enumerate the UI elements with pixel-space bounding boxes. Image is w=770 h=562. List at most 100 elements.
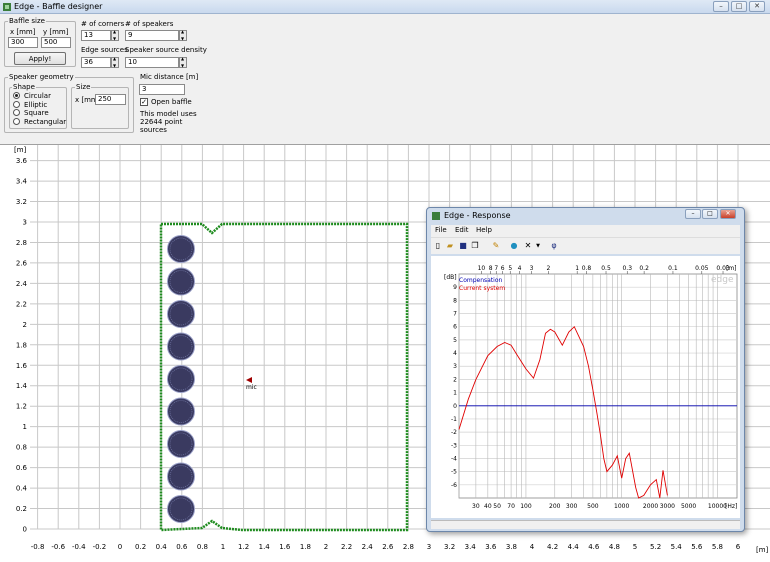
speaker-circle[interactable] xyxy=(167,235,195,263)
phi-icon[interactable]: φ xyxy=(549,241,559,251)
radio-elliptic[interactable] xyxy=(13,101,20,108)
baffle-x-input[interactable]: 300 xyxy=(8,37,38,48)
y-tick-label: 3.6 xyxy=(16,157,28,165)
x-tick-label: -0.4 xyxy=(72,543,86,551)
response-maximize-button[interactable]: □ xyxy=(702,209,718,219)
speaker-circle[interactable] xyxy=(167,332,195,361)
new-icon[interactable]: ▯ xyxy=(433,241,443,251)
save-icon[interactable]: ■ xyxy=(458,241,468,251)
y-tick-label: 1.2 xyxy=(16,403,27,411)
hz-unit-label: [Hz] xyxy=(725,503,737,510)
speaker-geometry-label: Speaker geometry xyxy=(8,73,75,81)
title-bar: Edge - Baffle designer – □ ✕ xyxy=(0,0,770,14)
y-unit-label: [m] xyxy=(14,146,27,154)
density-label: Speaker source density xyxy=(125,46,207,54)
y-tick-label: 1.6 xyxy=(16,362,28,370)
shape-label: Shape xyxy=(12,83,36,91)
radio-circular[interactable] xyxy=(13,92,20,99)
x-tick-label: 5.6 xyxy=(691,543,703,551)
response-chart[interactable]: 9876543210-1-2-3-4-5-630 40 50 70 100 200 300 5… xyxy=(431,256,740,518)
menu-edit[interactable]: Edit xyxy=(455,226,469,234)
globe-icon[interactable]: ● xyxy=(509,241,519,251)
menu-file[interactable]: File xyxy=(435,226,447,234)
m-tick-label: 0.1 xyxy=(668,265,678,272)
edge-sources-input[interactable]: 36 xyxy=(81,57,111,68)
size-x-input[interactable]: 250 xyxy=(95,94,126,105)
speakers-spinner[interactable] xyxy=(179,29,187,41)
speaker-circle[interactable] xyxy=(167,462,195,491)
y-tick-label: 3.4 xyxy=(16,178,28,186)
radio-square[interactable] xyxy=(13,109,20,116)
minimize-button[interactable]: – xyxy=(713,1,729,12)
response-tick-labels: 9876543210-1-2-3-4-5-630 40 50 70 100 200 300 5… xyxy=(451,265,730,510)
db-tick-label: 9 xyxy=(453,284,457,291)
y-tick-label: 3.2 xyxy=(16,198,27,206)
db-tick-label: -3 xyxy=(451,442,457,449)
speaker-circle[interactable] xyxy=(167,300,195,328)
response-series xyxy=(458,325,737,499)
close-button[interactable]: ✕ xyxy=(749,1,765,12)
speaker-circle[interactable] xyxy=(167,430,195,458)
baffle-y-input[interactable]: 500 xyxy=(41,37,71,48)
copy-icon[interactable]: ❐ xyxy=(470,241,480,251)
model-info-line-2: 22644 point xyxy=(140,118,183,126)
y-tick-label: 0.4 xyxy=(16,485,28,493)
x-tick-label: 1.4 xyxy=(259,543,271,551)
baffle-outline[interactable] xyxy=(159,222,409,532)
dropdown-icon[interactable]: ▼ xyxy=(533,241,543,251)
size-label: Size xyxy=(75,83,92,91)
m-tick-label: 2 xyxy=(546,265,550,272)
density-input[interactable]: 10 xyxy=(125,57,179,68)
x-unit-label: [m] xyxy=(756,546,769,554)
density-spinner[interactable] xyxy=(179,56,187,68)
response-minimize-button[interactable]: – xyxy=(685,209,701,219)
speaker-array[interactable] xyxy=(167,235,195,523)
mic-marker[interactable]: mic xyxy=(246,377,257,391)
open-baffle-checkbox[interactable]: ✓ xyxy=(140,98,148,106)
m-unit-label: [m] xyxy=(726,265,737,272)
current-system-line xyxy=(458,325,668,499)
close-x-icon[interactable]: ✕ xyxy=(523,241,533,251)
radio-rectangular[interactable] xyxy=(13,118,20,125)
y-tick-label: 2.8 xyxy=(16,239,27,247)
db-tick-label: -5 xyxy=(451,469,457,476)
x-tick-label: -0.8 xyxy=(31,543,45,551)
mic-label: mic xyxy=(246,384,257,391)
x-tick-label: 3 xyxy=(427,543,431,551)
response-window[interactable]: Edge - Response – □ ✕ File Edit Help ▯ ▰… xyxy=(426,207,745,532)
response-graph[interactable]: 9 8 7 6 5 4 3 2 1 0 -1 -2 -3 -4 -5 -6 30 40 50 70 100 200 300 5… xyxy=(431,256,740,518)
db-tick-label: 7 xyxy=(453,311,457,318)
window-title: Edge - Baffle designer xyxy=(14,2,103,11)
db-tick-label: 0 xyxy=(453,403,457,410)
mic-distance-input[interactable]: 3 xyxy=(139,84,185,95)
menu-help[interactable]: Help xyxy=(476,226,492,234)
baffle-y-label: y [mm] xyxy=(43,28,69,36)
open-icon[interactable]: ▰ xyxy=(445,241,455,251)
edge-sources-spinner[interactable] xyxy=(111,56,119,68)
speaker-circle[interactable] xyxy=(167,397,195,426)
maximize-button[interactable]: □ xyxy=(731,1,747,12)
speaker-circle[interactable] xyxy=(167,495,195,523)
speakers-input[interactable]: 9 xyxy=(125,30,179,41)
corners-spinner[interactable] xyxy=(111,29,119,41)
y-tick-label: 1.8 xyxy=(16,341,27,349)
x-tick-label: 4.8 xyxy=(609,543,620,551)
corners-label: # of corners xyxy=(81,20,125,28)
speaker-circle[interactable] xyxy=(167,365,195,393)
edge-sources-label: Edge sources xyxy=(81,46,128,54)
legend-compensation: Compensation xyxy=(459,277,503,284)
y-tick-label: 0.2 xyxy=(16,505,27,513)
m-tick-label: 0.3 xyxy=(622,265,632,272)
m-tick-label: 7 xyxy=(494,265,498,272)
hz-tick-label: 2000 xyxy=(643,503,658,510)
pencil-icon[interactable]: ✎ xyxy=(491,241,501,251)
y-tick-label: 1.4 xyxy=(16,382,28,390)
y-tick-label: 3 xyxy=(23,219,27,227)
corners-input[interactable]: 13 xyxy=(81,30,111,41)
m-tick-label: 0.05 xyxy=(695,265,709,272)
x-tick-label: 2 xyxy=(324,543,328,551)
shape-option-elliptic: Elliptic xyxy=(24,101,48,109)
speaker-circle[interactable] xyxy=(167,267,195,296)
apply-button[interactable]: Apply! xyxy=(14,52,66,65)
response-close-button[interactable]: ✕ xyxy=(720,209,736,219)
